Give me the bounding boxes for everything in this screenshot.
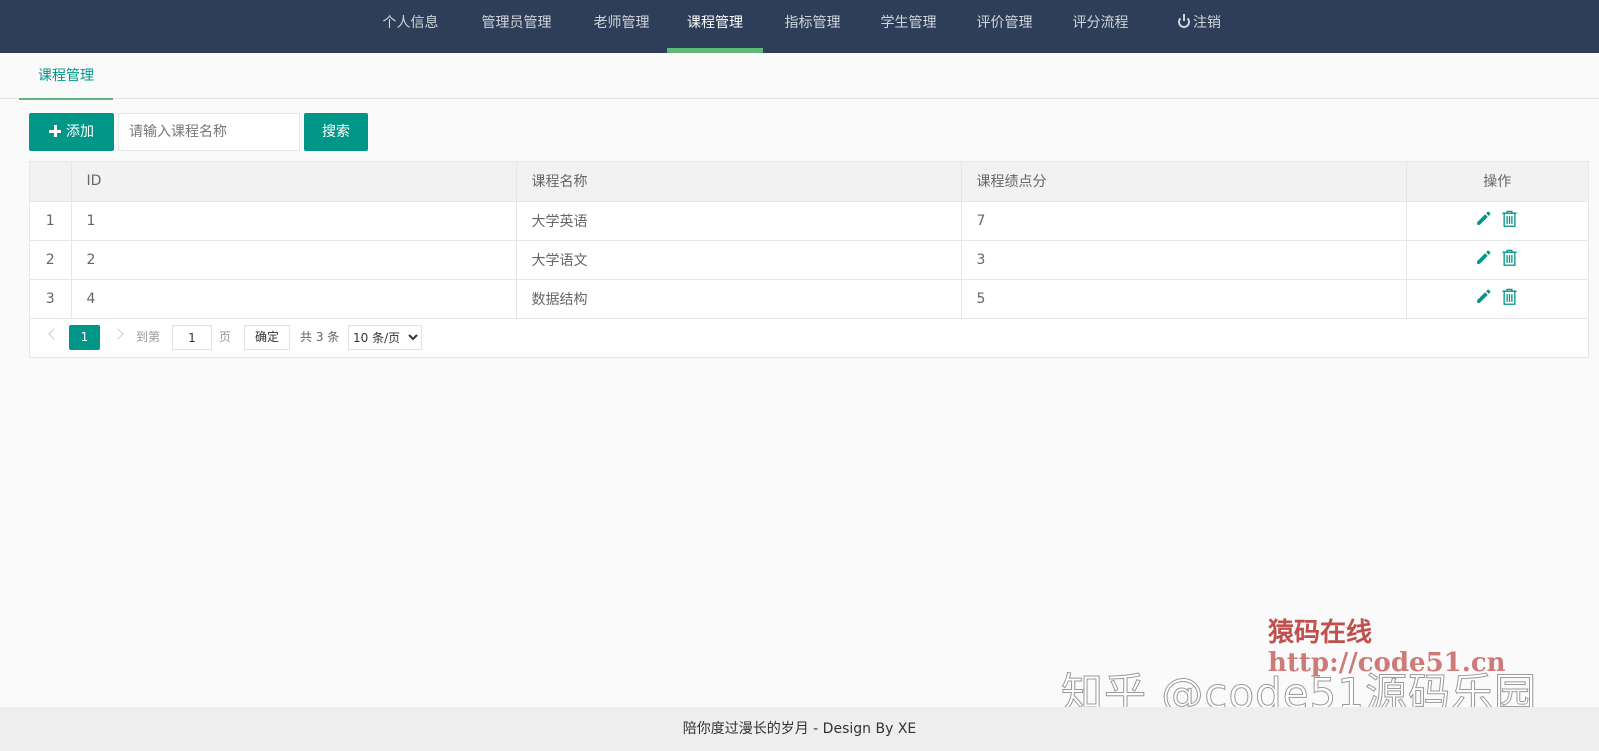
- pagination: 1 到第 页 确定 共 3 条 10 条/页: [30, 318, 1588, 357]
- add-button-label: 添加: [66, 124, 94, 140]
- edit-icon[interactable]: [1475, 288, 1492, 309]
- page-unit-label: 页: [219, 330, 232, 344]
- total-count: 共 3 条: [300, 330, 340, 344]
- watermark-title: 猿码在线: [1268, 618, 1373, 648]
- cell-actions: [1406, 201, 1588, 241]
- nav-item-admin-management[interactable]: 管理员管理: [471, 0, 562, 53]
- footer: 陪你度过漫长的岁月 - Design By XE: [0, 707, 1599, 751]
- cell-actions: [1406, 279, 1588, 319]
- delete-icon[interactable]: [1500, 248, 1519, 271]
- delete-icon[interactable]: [1500, 287, 1519, 310]
- goto-label: 到第: [136, 330, 161, 344]
- cell-course-gpa: 7: [961, 201, 1407, 241]
- next-page-icon[interactable]: [112, 328, 124, 340]
- row-number: 1: [30, 201, 72, 241]
- tab-bar: 课程管理: [0, 53, 1599, 100]
- table-header-row: ID 课程名称 课程绩点分 操作: [30, 162, 1588, 202]
- row-number: 2: [30, 240, 72, 280]
- cell-course-gpa: 3: [961, 240, 1407, 280]
- cell-id: 1: [71, 201, 517, 241]
- cell-course-name: 大学语文: [516, 240, 962, 280]
- row-number: 3: [30, 279, 72, 319]
- search-input[interactable]: [118, 113, 300, 151]
- prev-page-icon[interactable]: [48, 328, 60, 340]
- footer-text: 陪你度过漫长的岁月 - Design By XE: [682, 721, 917, 737]
- nav-item-indicator-management[interactable]: 指标管理: [773, 0, 852, 53]
- nav-item-course-management[interactable]: 课程管理: [667, 0, 763, 53]
- search-button[interactable]: 搜索: [304, 113, 368, 151]
- cell-id: 2: [71, 240, 517, 280]
- logout-label: 注销: [1193, 15, 1221, 31]
- page-size-select[interactable]: 10 条/页: [348, 325, 422, 350]
- header-row-number: [30, 162, 72, 202]
- top-nav: 个人信息 管理员管理 老师管理 课程管理 指标管理 学生管理 评价管理 评分流程…: [0, 0, 1599, 53]
- cell-id: 4: [71, 279, 517, 319]
- header-course-name[interactable]: 课程名称: [516, 162, 962, 202]
- plus-icon: [49, 125, 61, 137]
- table-row: 1 1 大学英语 7: [30, 201, 1588, 241]
- header-course-gpa[interactable]: 课程绩点分: [961, 162, 1407, 202]
- nav-item-teacher-management[interactable]: 老师管理: [582, 0, 661, 53]
- cell-course-gpa: 5: [961, 279, 1407, 319]
- nav-item-scoring-process[interactable]: 评分流程: [1061, 0, 1140, 53]
- cell-course-name: 数据结构: [516, 279, 962, 319]
- header-id[interactable]: ID: [71, 162, 517, 202]
- cell-course-name: 大学英语: [516, 201, 962, 241]
- course-table: ID 课程名称 课程绩点分 操作 1 1 大学英语 7 2 2 大学语文 3 3 4 数据结构 5 1…: [29, 161, 1589, 358]
- delete-icon[interactable]: [1500, 209, 1519, 232]
- tab-course-management[interactable]: 课程管理: [19, 53, 113, 100]
- table-row: 2 2 大学语文 3: [30, 240, 1588, 280]
- page-confirm-button[interactable]: 确定: [244, 325, 290, 350]
- page-jump-input[interactable]: [172, 325, 212, 350]
- cell-actions: [1406, 240, 1588, 280]
- table-row: 3 4 数据结构 5: [30, 279, 1588, 319]
- header-actions: 操作: [1406, 162, 1588, 202]
- power-icon: [1178, 14, 1190, 28]
- nav-item-logout[interactable]: 注销: [1161, 0, 1238, 53]
- add-button[interactable]: 添加: [29, 113, 114, 151]
- page-button-current[interactable]: 1: [69, 325, 100, 350]
- nav-item-evaluation-management[interactable]: 评价管理: [965, 0, 1044, 53]
- nav-item-profile[interactable]: 个人信息: [372, 0, 449, 53]
- edit-icon[interactable]: [1475, 249, 1492, 270]
- edit-icon[interactable]: [1475, 210, 1492, 231]
- nav-item-student-management[interactable]: 学生管理: [869, 0, 948, 53]
